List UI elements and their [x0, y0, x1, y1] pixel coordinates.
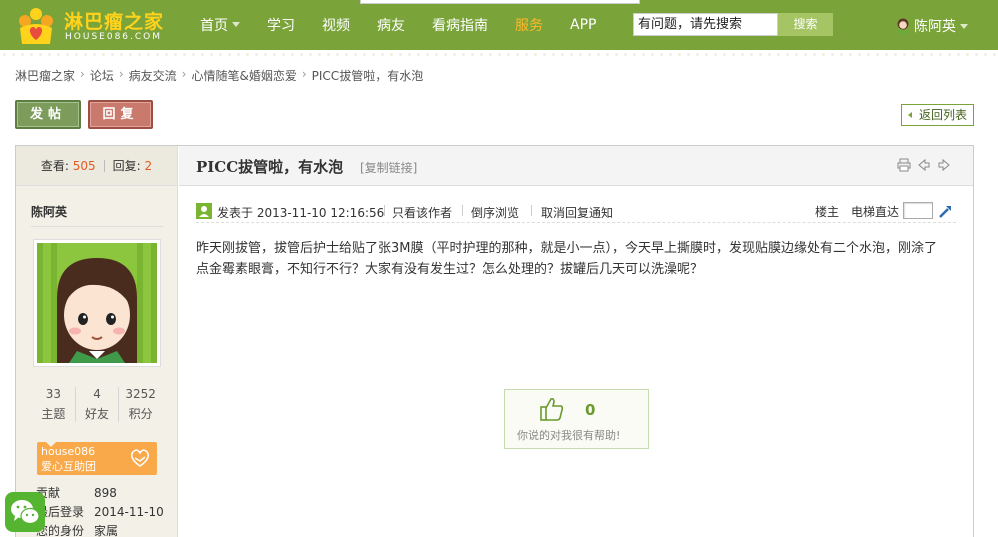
reply-button[interactable]: 回复	[88, 100, 153, 129]
thread-tools	[891, 158, 951, 172]
chevron-down-icon	[232, 22, 240, 27]
nav-item-label: 首页	[200, 18, 228, 34]
info-row: 贡献 898	[36, 483, 164, 502]
chevron-down-icon	[960, 23, 968, 29]
new-post-button[interactable]: 发帖	[15, 100, 81, 129]
top-navbar: 淋巴瘤之家 HOUSE086.COM 首页 学习 视频 病友 看病指南 服务 A…	[0, 0, 998, 50]
heart-hands-icon	[131, 449, 149, 467]
author-info: 贡献 898 最后登录 2014-11-10 您的身份 家属	[36, 483, 164, 537]
nav-item-home[interactable]: 首页	[200, 15, 240, 35]
floor-jump-input[interactable]	[903, 202, 933, 219]
back-to-list-label: 返回列表	[919, 108, 968, 122]
post-main: PICC拔管啦，有水泡 [复制链接] 发表于 2013-11-10 12:16:…	[179, 146, 973, 537]
stat-value: 3252	[125, 387, 156, 401]
meta-divider	[384, 205, 385, 216]
helpful-count: 0	[585, 401, 596, 419]
logo-emblem-icon	[19, 8, 53, 44]
badge-group-name: house086	[41, 445, 96, 458]
nav-item-guide[interactable]: 看病指南	[432, 15, 488, 35]
stat-points[interactable]: 3252 积分	[119, 387, 162, 422]
next-thread-icon[interactable]	[937, 158, 951, 172]
nav-item-app[interactable]: APP	[570, 17, 596, 33]
nav-item-services[interactable]: 服务	[515, 15, 543, 35]
replies-label: 回复:	[112, 159, 141, 173]
breadcrumb-item-exchange[interactable]: 病友交流	[129, 67, 177, 84]
breadcrumb-item-home[interactable]: 淋巴瘤之家	[15, 67, 75, 84]
main-nav: 首页 学习 视频 病友 看病指南 服务 APP	[200, 0, 623, 50]
cancel-notify-link[interactable]: 取消回复通知	[541, 204, 613, 221]
breadcrumb-item-board[interactable]: 心情随笔&婚姻恋爱	[191, 67, 296, 84]
post-date: 发表于 2013-11-10 12:16:56	[217, 206, 385, 220]
user-avatar-icon	[897, 18, 909, 34]
floor-jump-label: 电梯直达	[851, 205, 900, 219]
nav-item-video[interactable]: 视频	[322, 15, 350, 35]
nav-item-learn[interactable]: 学习	[267, 15, 295, 35]
breadcrumb-separator: ›	[181, 67, 187, 81]
stat-value: 33	[45, 387, 61, 401]
floor-label[interactable]: 楼主	[815, 203, 839, 220]
post-body: 昨天刚拔管，拔管后护士给贴了张3M膜（平时护理的那种，就是小一点），今天早上撕膜…	[196, 241, 937, 277]
wechat-share-button[interactable]	[5, 492, 45, 532]
logo-title: 淋巴瘤之家	[64, 11, 165, 33]
badge-group-title: 爱心互助团	[41, 460, 96, 473]
info-value: 898	[94, 485, 117, 500]
author-sidebar: 查看: 505 回复: 2 陈阿英 33 主题 4 好友 3252 积分 hou…	[16, 146, 178, 537]
post-container: 查看: 505 回复: 2 陈阿英 33 主题 4 好友 3252 积分 hou…	[15, 145, 974, 537]
stat-label: 好友	[85, 407, 110, 421]
prev-thread-icon[interactable]	[917, 158, 931, 172]
arrow-left-icon	[908, 112, 912, 118]
stat-friends[interactable]: 4 好友	[76, 387, 120, 422]
online-status-icon	[196, 203, 212, 219]
helpful-vote-button[interactable]: 0 你说的对我很有帮助!	[504, 389, 649, 449]
thread-title: PICC拔管啦，有水泡	[196, 158, 344, 176]
replies-count: 2	[144, 158, 153, 173]
reverse-order-link[interactable]: 倒序浏览	[471, 204, 519, 221]
stat-value: 4	[93, 387, 101, 401]
stat-topics[interactable]: 33 主题	[32, 387, 76, 422]
thread-stats: 查看: 505 回复: 2	[16, 146, 177, 186]
copy-link-button[interactable]: [复制链接]	[360, 159, 417, 176]
decorative-dots	[0, 50, 998, 62]
thumbs-up-icon	[540, 398, 564, 421]
meta-divider	[462, 205, 463, 216]
info-value: 2014-11-10	[94, 504, 164, 519]
info-value: 家属	[94, 524, 119, 537]
breadcrumb: 淋巴瘤之家 › 论坛 › 病友交流 › 心情随笔&婚姻恋爱 › PICC拔管啦，有水泡	[15, 67, 423, 84]
back-to-list-button[interactable]: 返回列表	[901, 104, 974, 126]
author-stats: 33 主题 4 好友 3252 积分	[32, 387, 162, 422]
divider	[31, 226, 163, 227]
breadcrumb-item-forum[interactable]: 论坛	[90, 67, 114, 84]
search-input[interactable]: 有问题，请先搜索	[633, 13, 778, 36]
stat-label: 主题	[41, 407, 66, 421]
helpful-label: 你说的对我很有帮助!	[517, 429, 621, 442]
views-count: 505	[72, 158, 96, 173]
user-menu[interactable]: 陈阿英	[896, 16, 968, 36]
breadcrumb-separator: ›	[301, 67, 307, 81]
meta-divider	[531, 205, 532, 216]
print-icon[interactable]	[897, 158, 911, 172]
only-author-link[interactable]: 只看该作者	[392, 204, 452, 221]
avatar-cartoon-girl	[37, 243, 157, 363]
wechat-icon	[11, 500, 40, 525]
author-avatar[interactable]	[33, 239, 161, 367]
logo-domain: HOUSE086.COM	[65, 32, 163, 42]
floor-jump-go-icon[interactable]	[938, 203, 954, 219]
group-badge[interactable]: house086 爱心互助团	[37, 442, 157, 475]
thread-title-bar: PICC拔管啦，有水泡 [复制链接]	[179, 146, 973, 186]
breadcrumb-separator: ›	[80, 67, 85, 81]
post-meta: 发表于 2013-11-10 12:16:56 只看该作者 倒序浏览 取消回复通…	[196, 201, 956, 223]
info-row: 您的身份 家属	[36, 521, 164, 537]
nav-item-patients[interactable]: 病友	[377, 15, 405, 35]
stat-label: 积分	[128, 407, 153, 421]
breadcrumb-item-thread[interactable]: PICC拔管啦，有水泡	[312, 67, 424, 84]
breadcrumb-separator: ›	[118, 67, 124, 81]
user-name: 陈阿英	[914, 19, 956, 35]
site-logo[interactable]: 淋巴瘤之家 HOUSE086.COM	[16, 4, 188, 46]
search-button[interactable]: 搜索	[778, 13, 833, 36]
info-row: 最后登录 2014-11-10	[36, 502, 164, 521]
author-name[interactable]: 陈阿英	[31, 203, 67, 220]
views-label: 查看:	[40, 159, 69, 173]
stats-divider	[103, 159, 105, 172]
